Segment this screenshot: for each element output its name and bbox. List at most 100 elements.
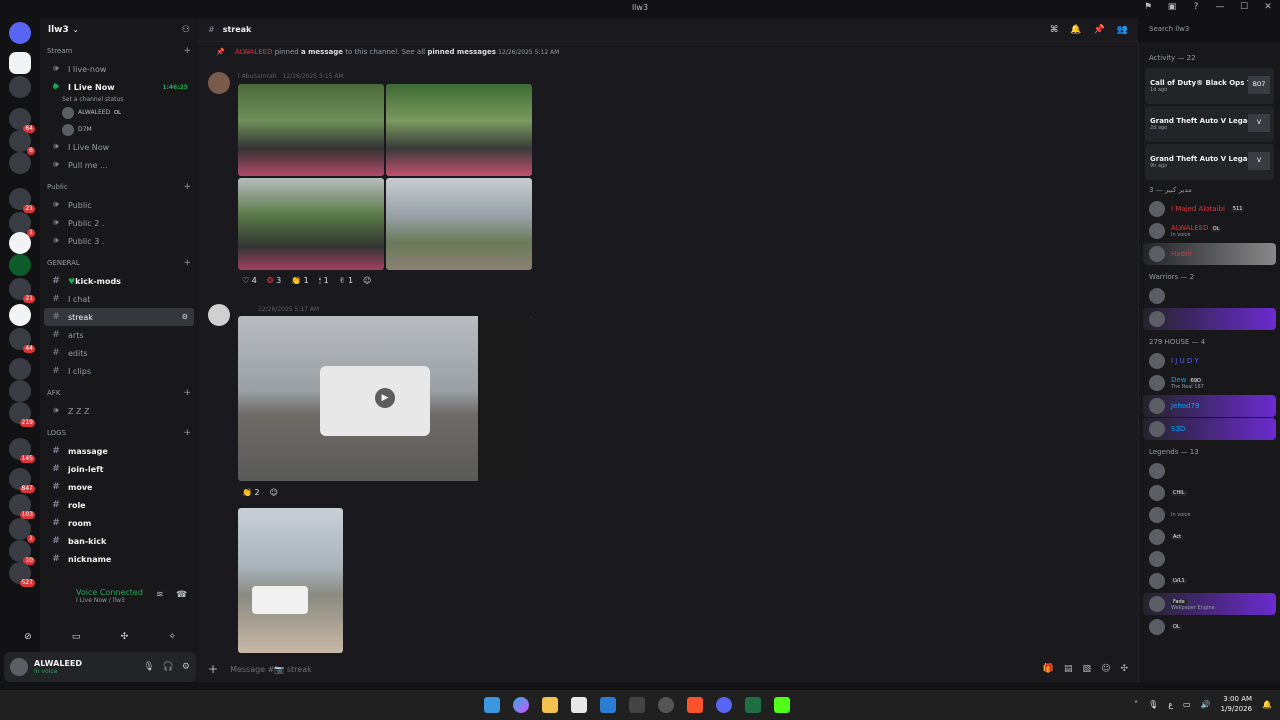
calculator-icon[interactable] <box>629 697 645 713</box>
kick-icon[interactable] <box>774 697 790 713</box>
server-icon[interactable]: 21 <box>9 278 35 303</box>
camera-off-icon[interactable]: ⊘ <box>24 632 32 642</box>
member-item[interactable] <box>1139 285 1280 307</box>
category-afk[interactable]: AFK + <box>40 384 198 402</box>
apps-icon[interactable]: ✣ <box>1120 664 1128 674</box>
add-channel-icon[interactable]: + <box>183 258 191 268</box>
excel-icon[interactable] <box>745 697 761 713</box>
close-icon[interactable]: ✕ <box>1256 2 1280 12</box>
windows-start-icon[interactable] <box>484 697 500 713</box>
soundboard-icon[interactable]: ✧ <box>168 632 176 642</box>
channel-room[interactable]: # room <box>44 514 194 532</box>
microphone-icon[interactable]: 🎙 <box>143 662 154 672</box>
channel-streak[interactable]: # streak ⚙ <box>44 308 194 326</box>
inbox-icon[interactable]: ▣ <box>1160 2 1184 12</box>
server-icon[interactable]: 44 <box>9 328 35 353</box>
channel-nickname[interactable]: # nickname <box>44 550 194 568</box>
channel-move[interactable]: # move <box>44 478 194 496</box>
activity-card[interactable]: Grand Theft Auto V Legacy 2d ago V <box>1145 106 1274 142</box>
language-indicator[interactable]: ع <box>1168 700 1173 709</box>
server-icon[interactable]: 145 <box>9 438 35 463</box>
reaction[interactable]: 🕯 1 <box>319 276 329 286</box>
screen-share-icon[interactable]: ▭ <box>72 632 81 642</box>
server-icon[interactable]: 10 <box>9 540 35 565</box>
avatar[interactable] <box>10 658 28 676</box>
channel-public-3[interactable]: 🕪 Public 3 . <box>44 232 194 250</box>
channel-ban-kick[interactable]: # ban-kick <box>44 532 194 550</box>
copilot-icon[interactable] <box>513 697 529 713</box>
channel-zzz[interactable]: 🕪 Z Z Z <box>44 402 194 420</box>
channel-arts[interactable]: # arts <box>44 326 194 344</box>
clock[interactable]: 3:00 AM 1/9/2026 <box>1221 694 1252 714</box>
member-item[interactable]: OL <box>1139 616 1280 638</box>
notification-icon[interactable]: 🔔 <box>1262 700 1272 709</box>
avatar[interactable] <box>208 72 230 94</box>
member-item[interactable]: CHIL <box>1139 482 1280 504</box>
search-input[interactable]: Search llw3 <box>1144 22 1276 38</box>
message-author[interactable]: l AbuSamrah <box>238 73 277 80</box>
home-icon[interactable] <box>9 22 31 44</box>
activity-card[interactable]: Grand Theft Auto V Legacy 9h ago V <box>1145 144 1274 180</box>
file-explorer-icon[interactable] <box>542 697 558 713</box>
server-icon[interactable] <box>9 76 31 98</box>
attachment-image[interactable] <box>238 178 384 270</box>
server-icon[interactable]: 219 <box>9 402 35 427</box>
member-item[interactable]: ALWALEED OL In voice <box>1139 220 1280 242</box>
server-icon[interactable] <box>9 52 31 74</box>
voice-connected-title[interactable]: Voice Connected <box>44 582 196 597</box>
reaction[interactable]: ❂ 3 <box>267 276 281 286</box>
reaction[interactable]: ✌ 1 <box>339 276 353 286</box>
emoji-icon[interactable]: ☺ <box>1101 664 1110 674</box>
settings-icon[interactable]: ⚙ <box>182 313 188 321</box>
channel-massage[interactable]: # massage <box>44 442 194 460</box>
headphones-icon[interactable]: 🎧 <box>163 662 174 672</box>
add-channel-icon[interactable]: + <box>183 46 191 56</box>
channel-chat[interactable]: # I chat <box>44 290 194 308</box>
channel-status[interactable]: Set a channel status <box>62 96 198 104</box>
add-channel-icon[interactable]: + <box>183 428 191 438</box>
channel-edits[interactable]: # edits <box>44 344 194 362</box>
server-icon[interactable]: 6 <box>9 130 35 155</box>
category-stream[interactable]: Stream + <box>40 42 198 60</box>
flag-icon[interactable]: ⚑ <box>1136 2 1160 12</box>
brave-icon[interactable] <box>687 697 703 713</box>
channel-role[interactable]: # role <box>44 496 194 514</box>
voice-user[interactable]: ALWALEED OL <box>62 104 198 121</box>
channel-live-now-voice[interactable]: 🕪 I Live Now 1:46:25 <box>44 78 194 96</box>
member-item[interactable] <box>1143 308 1276 330</box>
server-icon[interactable]: 1 <box>9 518 35 543</box>
avatar[interactable] <box>208 304 230 326</box>
member-item[interactable]: Dew 69D The Real 187 <box>1139 372 1280 394</box>
attachment-image[interactable] <box>238 508 343 653</box>
server-icon[interactable]: 1 <box>9 212 35 237</box>
member-item[interactable]: LVL1 <box>1139 570 1280 592</box>
server-icon[interactable] <box>9 254 31 276</box>
server-icon[interactable] <box>9 304 31 326</box>
category-general[interactable]: GENERAL + <box>40 254 198 272</box>
add-reaction-icon[interactable]: ☺ <box>363 276 371 286</box>
member-item[interactable] <box>1139 460 1280 482</box>
channel-pull-me[interactable]: 🕪 Pull me ... <box>44 156 194 174</box>
sticker-icon[interactable]: ▧ <box>1083 664 1092 674</box>
members-icon[interactable]: 👥 <box>1117 25 1128 35</box>
minimize-icon[interactable]: — <box>1208 2 1232 12</box>
member-item[interactable]: I Majed Alotaibi 511 <box>1139 198 1280 220</box>
activity-card[interactable]: Call of Duty® Black Ops 7 1d ago BO7 <box>1145 68 1274 104</box>
discord-icon[interactable] <box>716 697 732 713</box>
server-icon[interactable]: 527 <box>9 562 35 587</box>
gear-icon[interactable]: ⚙ <box>182 662 190 672</box>
message-input[interactable]: + Message #📷 streak 🎁 ▤ ▧ ☺ ✣ <box>208 660 1128 678</box>
noise-suppression-icon[interactable]: ≋ <box>156 590 164 600</box>
guild-header[interactable]: llw3 ⌄ ⚇ <box>40 18 198 42</box>
disconnect-icon[interactable]: ☎ <box>176 590 187 600</box>
reaction[interactable]: 👏 1 <box>291 276 309 286</box>
server-icon[interactable]: 21 <box>9 188 35 213</box>
play-icon[interactable]: ▶ <box>375 388 395 408</box>
maximize-icon[interactable]: ☐ <box>1232 2 1256 12</box>
help-icon[interactable]: ? <box>1184 2 1208 12</box>
member-item[interactable]: In voice <box>1139 504 1280 526</box>
threads-icon[interactable]: ⌘ <box>1050 25 1058 35</box>
attachment-image[interactable] <box>386 178 532 270</box>
member-item[interactable]: Jehod79 <box>1143 395 1276 417</box>
member-item[interactable] <box>1139 548 1280 570</box>
